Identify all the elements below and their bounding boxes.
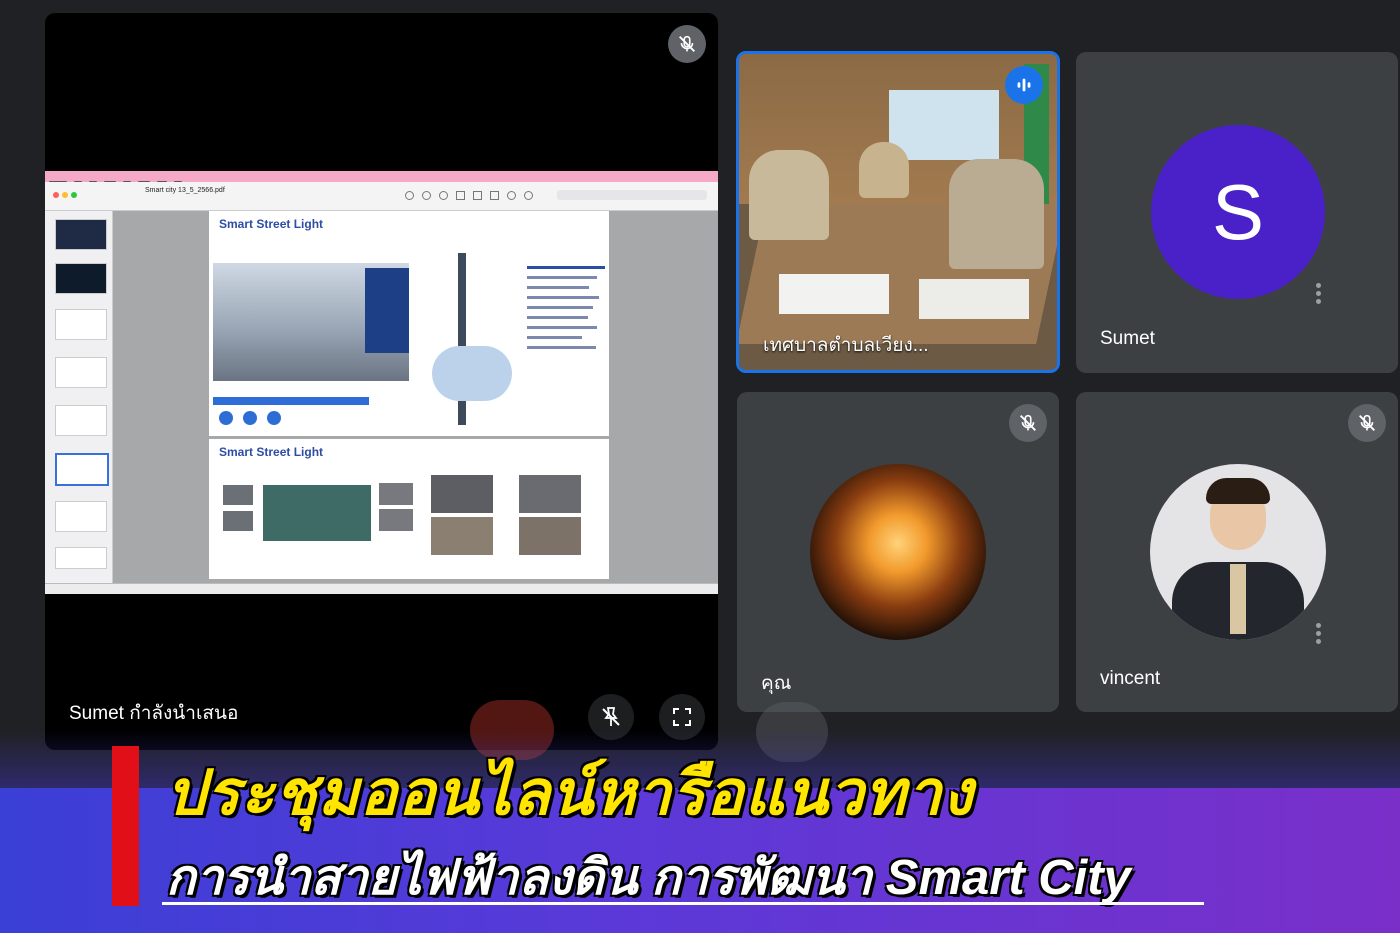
slide-title: Smart Street Light: [219, 217, 324, 231]
mic-off-icon: [668, 25, 706, 63]
road-photo: [519, 517, 581, 555]
pdf-toolbar: Smart city 13_5_2566.pdf: [45, 182, 718, 211]
thumbnail: [55, 309, 107, 340]
pdf-page: Smart Street Light: [209, 439, 609, 579]
papers: [779, 274, 889, 314]
cctv-image: [379, 509, 413, 531]
cctv-image: [263, 485, 371, 541]
participant-tile-municipality[interactable]: เทศบาลตำบลเวียง...: [736, 51, 1060, 373]
participant-tile-vincent[interactable]: vincent: [1076, 392, 1398, 712]
pdf-canvas: Smart Street Light Smart Street Light: [113, 211, 718, 583]
thumbnail: [55, 501, 107, 532]
thumbnail: [55, 357, 107, 388]
minimize-dot: [62, 192, 68, 198]
road-photo: [431, 517, 493, 555]
person: [859, 142, 909, 198]
participant-tile-you[interactable]: คุณ: [737, 392, 1059, 712]
pdf-filename: Smart city 13_5_2566.pdf: [145, 187, 225, 194]
person: [949, 159, 1044, 269]
mic-off-icon: [1348, 404, 1386, 442]
more-vert-icon[interactable]: [1316, 620, 1322, 647]
pdf-search-field: [557, 190, 707, 200]
pdf-status-bar: [45, 583, 718, 594]
presenter-name-label: Sumet กำลังนำเสนอ: [69, 703, 239, 724]
window: [889, 90, 999, 160]
caption-headline: ประชุมออนไลน์หารือแนวทาง: [166, 759, 974, 828]
road-photo: [519, 475, 581, 513]
avatar: [1150, 464, 1326, 640]
pole-graphic: [432, 346, 512, 401]
avatar: S: [1151, 125, 1325, 299]
slide-title: Smart Street Light: [219, 445, 324, 459]
thumbnail: [55, 547, 107, 569]
avatar: [810, 464, 986, 640]
thumbnail: [55, 263, 107, 294]
cctv-image: [223, 485, 253, 505]
participant-tile-sumet[interactable]: S Sumet: [1076, 52, 1398, 373]
participant-name: vincent: [1100, 668, 1161, 689]
feature-list: [527, 261, 605, 401]
info-card: [365, 268, 409, 353]
shared-screen: Smart city 13_5_2566.pdf Smart Street Li…: [45, 171, 718, 594]
caption-accent-bar: [112, 746, 139, 906]
mac-menu-bar: [45, 171, 718, 184]
cctv-image: [223, 511, 253, 531]
cctv-image: [379, 483, 413, 505]
pdf-thumbnail-sidebar: [45, 211, 113, 583]
thumbnail: [55, 219, 107, 250]
close-dot: [53, 192, 59, 198]
pdf-page: Smart Street Light: [209, 211, 609, 436]
participant-name: Sumet: [1100, 328, 1155, 349]
mic-off-icon: [1009, 404, 1047, 442]
more-vert-icon[interactable]: [1316, 280, 1322, 307]
audio-wave-icon: [1005, 66, 1043, 104]
features-banner: [213, 397, 369, 405]
fullscreen-icon: [673, 708, 691, 726]
pin-off-icon: [602, 707, 620, 726]
participant-name: คุณ: [761, 673, 792, 694]
person: [749, 150, 829, 240]
participant-name: เทศบาลตำบลเวียง...: [763, 335, 929, 356]
road-photo: [431, 475, 493, 513]
thumbnail-selected: [55, 453, 109, 486]
presenter-tile[interactable]: Smart city 13_5_2566.pdf Smart Street Li…: [45, 13, 718, 750]
papers: [919, 279, 1029, 319]
caption-underline: [162, 902, 1204, 905]
feature-icons: [219, 411, 281, 425]
zoom-dot: [71, 192, 77, 198]
thumbnail: [55, 405, 107, 436]
